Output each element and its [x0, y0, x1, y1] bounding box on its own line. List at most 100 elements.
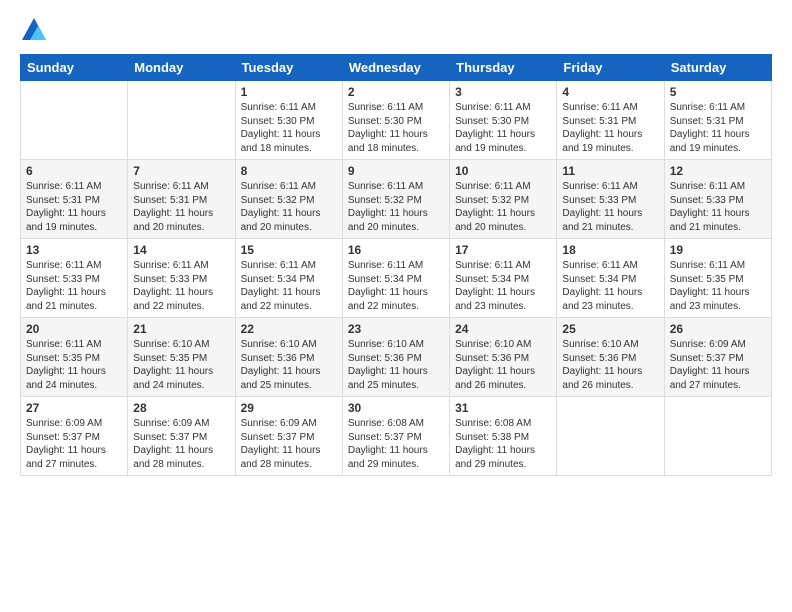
calendar-cell: 23 Sunrise: 6:10 AMSunset: 5:36 PMDayligh…	[342, 318, 449, 397]
day-number: 5	[670, 85, 766, 99]
calendar-cell: 1 Sunrise: 6:11 AMSunset: 5:30 PMDaylight…	[235, 81, 342, 160]
calendar-cell	[128, 81, 235, 160]
day-header-saturday: Saturday	[664, 55, 771, 81]
day-header-thursday: Thursday	[450, 55, 557, 81]
cell-content: Sunrise: 6:10 AMSunset: 5:36 PMDaylight:…	[562, 338, 658, 392]
calendar-cell	[21, 81, 128, 160]
calendar-cell: 31 Sunrise: 6:08 AMSunset: 5:38 PMDayligh…	[450, 397, 557, 476]
day-number: 18	[562, 243, 658, 257]
day-number: 22	[241, 322, 337, 336]
calendar-cell: 19 Sunrise: 6:11 AMSunset: 5:35 PMDayligh…	[664, 239, 771, 318]
cell-content: Sunrise: 6:11 AMSunset: 5:34 PMDaylight:…	[562, 259, 658, 313]
cell-content: Sunrise: 6:11 AMSunset: 5:32 PMDaylight:…	[455, 180, 551, 234]
day-number: 28	[133, 401, 229, 415]
calendar-cell: 10 Sunrise: 6:11 AMSunset: 5:32 PMDayligh…	[450, 160, 557, 239]
cell-content: Sunrise: 6:11 AMSunset: 5:32 PMDaylight:…	[348, 180, 444, 234]
calendar-cell: 20 Sunrise: 6:11 AMSunset: 5:35 PMDayligh…	[21, 318, 128, 397]
calendar-cell: 25 Sunrise: 6:10 AMSunset: 5:36 PMDayligh…	[557, 318, 664, 397]
calendar-header-row: SundayMondayTuesdayWednesdayThursdayFrid…	[21, 55, 772, 81]
day-number: 17	[455, 243, 551, 257]
logo-icon	[20, 16, 48, 44]
cell-content: Sunrise: 6:11 AMSunset: 5:33 PMDaylight:…	[562, 180, 658, 234]
calendar-cell: 17Sunrise: 6:11 AMSunset: 5:34 PMDayligh…	[450, 239, 557, 318]
week-row-5: 27Sunrise: 6:09 AMSunset: 5:37 PMDayligh…	[21, 397, 772, 476]
day-number: 31	[455, 401, 551, 415]
day-number: 23	[348, 322, 444, 336]
day-number: 12	[670, 164, 766, 178]
day-number: 29	[241, 401, 337, 415]
day-number: 13	[26, 243, 122, 257]
logo	[20, 16, 50, 44]
day-number: 4	[562, 85, 658, 99]
day-header-monday: Monday	[128, 55, 235, 81]
cell-content: Sunrise: 6:09 AMSunset: 5:37 PMDaylight:…	[133, 417, 229, 471]
page: SundayMondayTuesdayWednesdayThursdayFrid…	[0, 0, 792, 612]
cell-content: Sunrise: 6:11 AMSunset: 5:33 PMDaylight:…	[26, 259, 122, 313]
day-number: 19	[670, 243, 766, 257]
day-number: 21	[133, 322, 229, 336]
cell-content: Sunrise: 6:10 AMSunset: 5:36 PMDaylight:…	[348, 338, 444, 392]
calendar-cell: 8Sunrise: 6:11 AMSunset: 5:32 PMDaylight…	[235, 160, 342, 239]
cell-content: Sunrise: 6:11 AMSunset: 5:30 PMDaylight:…	[348, 101, 444, 155]
calendar-cell: 28 Sunrise: 6:09 AMSunset: 5:37 PMDayligh…	[128, 397, 235, 476]
cell-content: Sunrise: 6:09 AMSunset: 5:37 PMDaylight:…	[670, 338, 766, 392]
calendar-cell: 14Sunrise: 6:11 AMSunset: 5:33 PMDayligh…	[128, 239, 235, 318]
cell-content: Sunrise: 6:11 AMSunset: 5:30 PMDaylight:…	[455, 101, 551, 155]
calendar-cell	[557, 397, 664, 476]
day-number: 11	[562, 164, 658, 178]
calendar-cell: 21 Sunrise: 6:10 AMSunset: 5:35 PMDayligh…	[128, 318, 235, 397]
day-number: 10	[455, 164, 551, 178]
cell-content: Sunrise: 6:11 AMSunset: 5:31 PMDaylight:…	[670, 101, 766, 155]
cell-content: Sunrise: 6:11 AMSunset: 5:31 PMDaylight:…	[562, 101, 658, 155]
calendar-cell: 18 Sunrise: 6:11 AMSunset: 5:34 PMDayligh…	[557, 239, 664, 318]
cell-content: Sunrise: 6:09 AMSunset: 5:37 PMDaylight:…	[241, 417, 337, 471]
calendar-cell: 26 Sunrise: 6:09 AMSunset: 5:37 PMDayligh…	[664, 318, 771, 397]
week-row-3: 13 Sunrise: 6:11 AMSunset: 5:33 PMDayligh…	[21, 239, 772, 318]
cell-content: Sunrise: 6:10 AMSunset: 5:36 PMDaylight:…	[241, 338, 337, 392]
day-number: 7	[133, 164, 229, 178]
day-header-tuesday: Tuesday	[235, 55, 342, 81]
day-number: 9	[348, 164, 444, 178]
day-header-sunday: Sunday	[21, 55, 128, 81]
day-number: 1	[241, 85, 337, 99]
calendar-cell: 6 Sunrise: 6:11 AMSunset: 5:31 PMDaylight…	[21, 160, 128, 239]
calendar-cell: 2 Sunrise: 6:11 AMSunset: 5:30 PMDaylight…	[342, 81, 449, 160]
cell-content: Sunrise: 6:10 AMSunset: 5:36 PMDaylight:…	[455, 338, 551, 392]
cell-content: Sunrise: 6:11 AMSunset: 5:35 PMDaylight:…	[26, 338, 122, 392]
calendar-cell: 24 Sunrise: 6:10 AMSunset: 5:36 PMDayligh…	[450, 318, 557, 397]
day-number: 20	[26, 322, 122, 336]
calendar-cell: 12 Sunrise: 6:11 AMSunset: 5:33 PMDayligh…	[664, 160, 771, 239]
calendar-cell: 13 Sunrise: 6:11 AMSunset: 5:33 PMDayligh…	[21, 239, 128, 318]
day-number: 6	[26, 164, 122, 178]
day-number: 24	[455, 322, 551, 336]
week-row-4: 20 Sunrise: 6:11 AMSunset: 5:35 PMDayligh…	[21, 318, 772, 397]
cell-content: Sunrise: 6:08 AMSunset: 5:38 PMDaylight:…	[455, 417, 551, 471]
calendar-cell: 29 Sunrise: 6:09 AMSunset: 5:37 PMDayligh…	[235, 397, 342, 476]
calendar-cell: 15Sunrise: 6:11 AMSunset: 5:34 PMDayligh…	[235, 239, 342, 318]
day-number: 14	[133, 243, 229, 257]
calendar-cell: 5 Sunrise: 6:11 AMSunset: 5:31 PMDaylight…	[664, 81, 771, 160]
cell-content: Sunrise: 6:11 AMSunset: 5:35 PMDaylight:…	[670, 259, 766, 313]
cell-content: Sunrise: 6:11 AMSunset: 5:31 PMDaylight:…	[26, 180, 122, 234]
calendar-cell: 4 Sunrise: 6:11 AMSunset: 5:31 PMDaylight…	[557, 81, 664, 160]
cell-content: Sunrise: 6:11 AMSunset: 5:31 PMDaylight:…	[133, 180, 229, 234]
cell-content: Sunrise: 6:08 AMSunset: 5:37 PMDaylight:…	[348, 417, 444, 471]
calendar-cell: 3Sunrise: 6:11 AMSunset: 5:30 PMDaylight…	[450, 81, 557, 160]
cell-content: Sunrise: 6:10 AMSunset: 5:35 PMDaylight:…	[133, 338, 229, 392]
cell-content: Sunrise: 6:11 AMSunset: 5:34 PMDaylight:…	[348, 259, 444, 313]
cell-content: Sunrise: 6:09 AMSunset: 5:37 PMDaylight:…	[26, 417, 122, 471]
day-number: 2	[348, 85, 444, 99]
day-number: 26	[670, 322, 766, 336]
day-number: 16	[348, 243, 444, 257]
day-header-friday: Friday	[557, 55, 664, 81]
calendar-cell: 16 Sunrise: 6:11 AMSunset: 5:34 PMDayligh…	[342, 239, 449, 318]
cell-content: Sunrise: 6:11 AMSunset: 5:34 PMDaylight:…	[241, 259, 337, 313]
calendar-cell	[664, 397, 771, 476]
cell-content: Sunrise: 6:11 AMSunset: 5:33 PMDaylight:…	[670, 180, 766, 234]
cell-content: Sunrise: 6:11 AMSunset: 5:32 PMDaylight:…	[241, 180, 337, 234]
calendar-cell: 9 Sunrise: 6:11 AMSunset: 5:32 PMDaylight…	[342, 160, 449, 239]
day-number: 25	[562, 322, 658, 336]
calendar-cell: 22 Sunrise: 6:10 AMSunset: 5:36 PMDayligh…	[235, 318, 342, 397]
cell-content: Sunrise: 6:11 AMSunset: 5:30 PMDaylight:…	[241, 101, 337, 155]
week-row-1: 1 Sunrise: 6:11 AMSunset: 5:30 PMDaylight…	[21, 81, 772, 160]
